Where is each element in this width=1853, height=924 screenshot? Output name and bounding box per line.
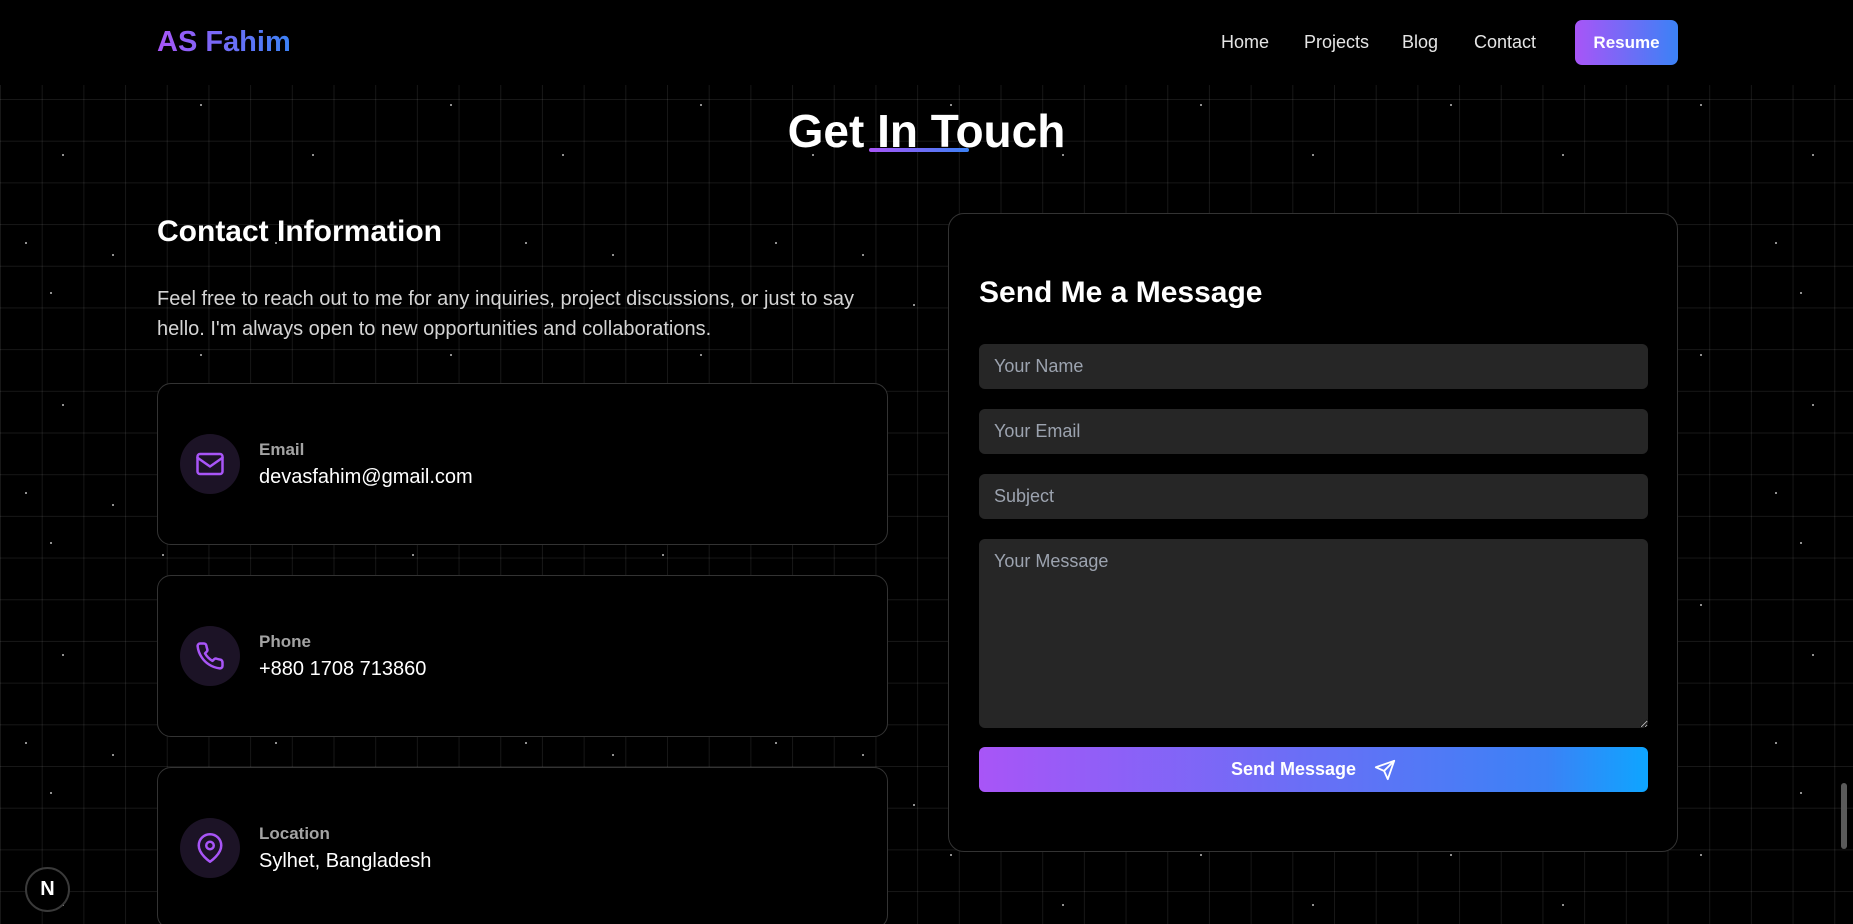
send-icon	[1374, 759, 1396, 780]
title-underline	[869, 148, 969, 152]
map-pin-icon	[180, 818, 240, 878]
contact-page: AS Fahim Home Projects Blog Contact Resu…	[0, 0, 1853, 924]
site-logo[interactable]: AS Fahim	[157, 26, 291, 59]
site-header: AS Fahim Home Projects Blog Contact Resu…	[0, 0, 1853, 85]
phone-card: Phone +880 1708 713860	[157, 575, 888, 737]
contact-description: Feel free to reach out to me for any inq…	[157, 288, 854, 340]
resume-button[interactable]: Resume	[1575, 20, 1678, 65]
email-label: Email	[259, 440, 305, 459]
name-input[interactable]	[979, 344, 1648, 389]
send-message-button[interactable]: Send Message	[979, 747, 1648, 792]
form-title: Send Me a Message	[979, 276, 1263, 309]
nav-link-projects[interactable]: Projects	[1304, 32, 1369, 53]
contact-form: Send Me a Message Send Message	[948, 213, 1678, 852]
send-message-label: Send Message	[1230, 759, 1357, 779]
nav-link-contact[interactable]: Contact	[1474, 32, 1536, 53]
phone-label: Phone	[259, 632, 311, 651]
scrollbar-thumb[interactable]	[1841, 783, 1847, 849]
location-card: Location Sylhet, Bangladesh	[157, 767, 888, 924]
nav-link-home[interactable]: Home	[1221, 32, 1269, 53]
location-value: Sylhet, Bangladesh	[259, 850, 432, 872]
contact-info-heading: Contact Information	[157, 215, 442, 248]
mail-icon	[180, 434, 240, 494]
phone-value[interactable]: +880 1708 713860	[259, 658, 426, 681]
subject-input[interactable]	[979, 474, 1648, 519]
email-input[interactable]	[979, 409, 1648, 454]
email-card: Email devasfahim@gmail.com	[157, 383, 888, 545]
nav-link-blog[interactable]: Blog	[1402, 32, 1438, 53]
email-value[interactable]: devasfahim@gmail.com	[259, 466, 473, 489]
dev-tools-badge[interactable]: N	[25, 867, 70, 912]
message-textarea[interactable]	[979, 539, 1648, 728]
phone-icon	[180, 626, 240, 686]
location-label: Location	[259, 824, 330, 843]
